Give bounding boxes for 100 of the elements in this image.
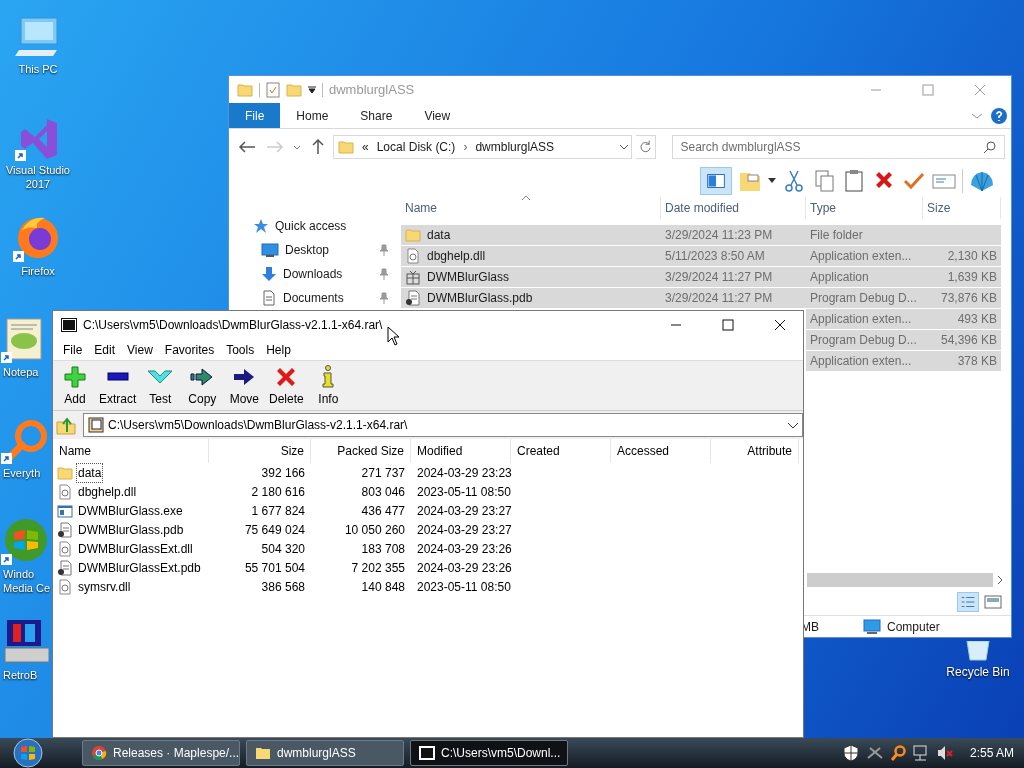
file-name: data [427, 227, 451, 244]
details-view-icon[interactable] [957, 592, 979, 612]
menu-item[interactable]: File [57, 340, 89, 359]
menu-item[interactable]: Favorites [158, 340, 221, 359]
preview-pane-icon[interactable] [700, 167, 732, 195]
column-header[interactable]: Attribute [711, 439, 799, 463]
magnifier-icon[interactable] [889, 744, 906, 762]
taskbar-button[interactable]: C:\Users\vm5\Downl... [410, 740, 568, 766]
media-orb-icon [3, 517, 49, 563]
toolbar-button[interactable]: Copy [182, 365, 223, 408]
file-row[interactable]: Program Debug D... 54,396 KB [806, 330, 1001, 350]
file-name[interactable]: DWMBlurGlass.pdb [76, 519, 186, 540]
column-header[interactable]: Date modified [661, 197, 806, 219]
file-type: File folder [809, 227, 864, 244]
monitor-icon [15, 16, 61, 58]
column-header[interactable]: Name [401, 197, 661, 219]
file-row[interactable]: DWMBlurGlass.pdb 3/29/2024 11:27 PM Program Debug D... 73,876 KB [401, 288, 1001, 308]
column-header[interactable]: Name [53, 439, 209, 463]
nav-item[interactable]: Documents [253, 289, 389, 307]
ribbon-tab[interactable]: File [229, 103, 281, 128]
breadcrumb[interactable]: dwmblurglASS [475, 138, 555, 156]
menu-item[interactable]: View [121, 340, 159, 359]
folder-icon [405, 227, 421, 243]
search-icon [983, 140, 997, 154]
menu-item[interactable]: Help [260, 340, 297, 359]
nav-item[interactable]: Desktop [253, 241, 389, 259]
dropdown-icon[interactable] [768, 178, 776, 184]
window-title: C:\Users\vm5\Downloads\DwmBlurGlass-v2.1.1-x64.rar\ [83, 317, 383, 334]
file-name[interactable]: DWMBlurGlassExt.pdb [76, 557, 203, 578]
toolbar-button[interactable]: Extract [97, 365, 139, 408]
file-row[interactable]: dbghelp.dll 5/11/2023 8:50 AM Application exten... 2,130 KB [401, 246, 1001, 266]
shield-icon[interactable] [841, 744, 860, 762]
desktop-icon-label: Notepa [3, 365, 39, 379]
taskbar-button[interactable]: Releases · Maplespe/... [82, 740, 240, 766]
shell-icon[interactable] [969, 169, 995, 193]
file-row[interactable]: Application exten... 378 KB [806, 351, 1001, 371]
desktop-icon-label: 2017 [25, 177, 51, 191]
toolbar-button[interactable]: Delete [266, 365, 307, 408]
file-type: Program Debug D... [809, 290, 918, 307]
path-field[interactable]: C:\Users\vm5\Downloads\DwmBlurGlass-v2.1.1-x64.rar\ [83, 413, 803, 437]
shortcut-arrow-icon [1, 453, 12, 464]
column-header[interactable]: Created [511, 439, 611, 463]
column-header[interactable]: Type [806, 197, 923, 219]
search-field[interactable]: Search dwmblurglASS [671, 135, 1005, 159]
table-cell-text: 504 320 [260, 540, 306, 558]
menu-item[interactable]: Tools [220, 340, 261, 359]
ribbon-tab[interactable]: Home [280, 103, 345, 128]
toolbar-button[interactable]: Move [224, 365, 265, 408]
address-bar[interactable]: « Local Disk (C:) › dwmblurglASS [333, 135, 632, 159]
table-cell-text: 803 046 [360, 483, 406, 501]
menu-item[interactable]: Edit [88, 340, 122, 359]
file-row[interactable]: Application exten... 493 KB [806, 309, 1001, 329]
horizontal-scrollbar[interactable] [807, 573, 993, 587]
network-icon[interactable] [911, 744, 930, 762]
gear-file-icon [57, 483, 73, 500]
table-cell-text: 2023-05-11 08:50 [416, 483, 511, 501]
breadcrumb[interactable]: Local Disk (C:) [376, 138, 456, 156]
ribbon-tab[interactable]: Share [344, 103, 409, 128]
thumbnail-view-icon[interactable] [983, 592, 1003, 612]
toolbar-button[interactable]: Test [140, 365, 181, 408]
network-off-icon[interactable] [865, 744, 884, 762]
file-name[interactable]: data [76, 462, 104, 483]
column-header[interactable]: Size [209, 439, 311, 463]
file-size: 73,876 KB [939, 290, 998, 307]
shortcut-arrow-icon [1, 554, 12, 565]
ribbon-tab[interactable]: View [408, 103, 467, 128]
column-header[interactable]: Accessed [611, 439, 711, 463]
column-header[interactable]: Modified [411, 439, 511, 463]
column-header[interactable]: Packed Size [311, 439, 411, 463]
file-name[interactable]: symsrv.dll [76, 576, 133, 597]
file-name: DWMBlurGlass.pdb [427, 290, 533, 307]
file-name: dbghelp.dll [427, 248, 486, 265]
speaker-muted-icon[interactable] [935, 744, 954, 762]
clipboard-icon[interactable] [842, 169, 866, 193]
dropdown-icon[interactable] [308, 85, 316, 94]
toolbar-button[interactable]: Add [55, 365, 95, 408]
file-row[interactable]: DWMBlurGlass 3/29/2024 11:27 PM Application 1,639 KB [401, 267, 1001, 287]
folder-icon [255, 745, 271, 761]
desktop-icon-label: This PC [18, 62, 58, 76]
shortcut-arrow-icon [15, 150, 26, 161]
nav-item[interactable]: Downloads [253, 265, 389, 283]
table-cell-text: 75 649 024 [243, 521, 306, 539]
scissors-icon[interactable] [782, 169, 806, 193]
taskbar-button[interactable]: dwmblurglASS [246, 740, 404, 766]
recycle-bin-icon[interactable] [963, 641, 993, 661]
file-name[interactable]: DWMBlurGlassExt.dll [76, 538, 195, 559]
column-header[interactable]: Size [923, 197, 1001, 219]
clock[interactable]: 2:55 AM [969, 744, 1014, 762]
desktop-icon-label: Visual Studio [6, 163, 70, 177]
toolbar-button[interactable]: Info [308, 365, 349, 408]
table-cell-text: 55 701 504 [243, 559, 306, 577]
nav-item[interactable]: Quick access [253, 217, 389, 235]
notepad-icon [3, 317, 45, 361]
file-name[interactable]: DWMBlurGlass.exe [76, 500, 185, 521]
file-size: 378 KB [956, 353, 998, 370]
breadcrumb-overflow[interactable]: « [362, 138, 369, 156]
star-icon [253, 218, 269, 234]
gear-file-icon [405, 248, 421, 264]
file-row[interactable]: data 3/29/2024 11:23 PM File folder [401, 225, 1001, 245]
file-name[interactable]: dbghelp.dll [76, 481, 139, 502]
